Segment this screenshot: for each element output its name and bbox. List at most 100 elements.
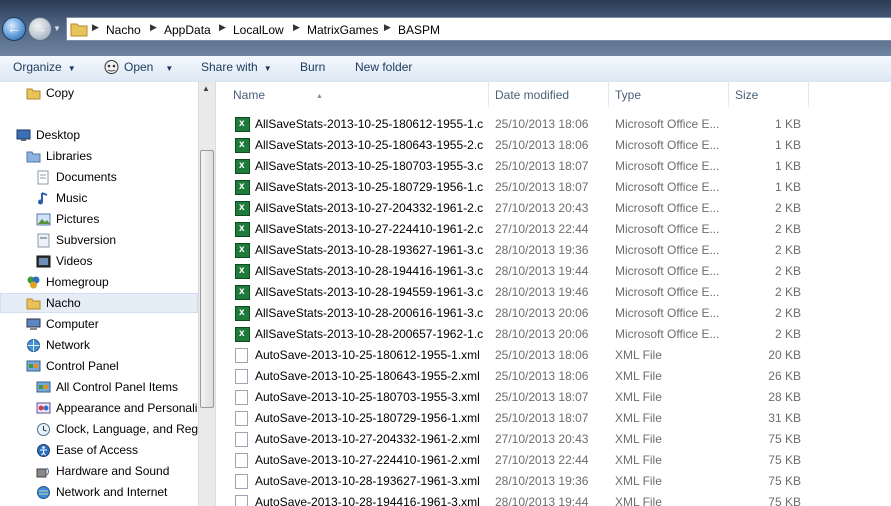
recent-pages-dropdown[interactable]: ▼ — [53, 24, 63, 36]
table-row[interactable]: AutoSave-2013-10-28-193627-1961-3.xml 28/… — [216, 471, 891, 492]
file-type: Microsoft Office E... — [615, 306, 720, 320]
forward-button[interactable]: → — [28, 17, 52, 41]
table-row[interactable]: AllSaveStats-2013-10-25-180729-1956-1.c.… — [216, 176, 891, 198]
table-row[interactable]: AllSaveStats-2013-10-28-200616-1961-3.c.… — [216, 302, 891, 324]
file-date: 27/10/2013 22:44 — [495, 453, 589, 467]
table-row[interactable]: AllSaveStats-2013-10-27-204332-1961-2.c.… — [216, 197, 891, 219]
nav-item-desktop[interactable]: Desktop — [0, 125, 198, 146]
column-header-size[interactable]: Size — [729, 82, 809, 107]
table-row[interactable]: AutoSave-2013-10-28-194416-1961-3.xml 28/… — [216, 492, 891, 506]
nav-label: Documents — [56, 170, 117, 184]
breadcrumb-item[interactable]: AppData — [164, 23, 211, 37]
file-date: 27/10/2013 22:44 — [495, 222, 589, 236]
table-row[interactable]: AutoSave-2013-10-27-204332-1961-2.xml 27/… — [216, 429, 891, 450]
nav-item-documents[interactable]: Documents — [0, 167, 198, 188]
file-type: Microsoft Office E... — [615, 243, 720, 257]
excel-csv-icon — [235, 155, 250, 176]
table-row[interactable]: AutoSave-2013-10-25-180612-1955-1.xml 25/… — [216, 345, 891, 366]
chevron-right-icon[interactable]: ▶ — [92, 22, 99, 33]
file-size: 1 KB — [774, 117, 801, 131]
nav-item-hardware-and-sound[interactable]: Hardware and Sound — [0, 461, 198, 482]
nav-item-network[interactable]: Network — [0, 335, 198, 356]
scroll-up-icon[interactable]: ▲ — [202, 84, 210, 93]
table-row[interactable]: AutoSave-2013-10-25-180643-1955-2.xml 25/… — [216, 366, 891, 387]
nav-item-copy[interactable]: Copy — [0, 83, 198, 104]
table-row[interactable]: AllSaveStats-2013-10-25-180643-1955-2.c.… — [216, 134, 891, 156]
table-row[interactable]: AllSaveStats-2013-10-27-224410-1961-2.c.… — [216, 218, 891, 240]
nav-item-homegroup[interactable]: Homegroup — [0, 272, 198, 293]
organize-button[interactable]: Organize ▼ — [13, 60, 76, 74]
nav-item-computer[interactable]: Computer — [0, 314, 198, 335]
breadcrumb[interactable]: ▶ Nacho ▶ AppData ▶ LocalLow ▶ MatrixGam… — [66, 17, 891, 41]
nav-item-libraries[interactable]: Libraries — [0, 146, 198, 167]
file-size: 2 KB — [774, 243, 801, 257]
user-folder-icon — [26, 298, 41, 310]
nav-item-videos[interactable]: Videos — [0, 251, 198, 272]
nav-item-network-and-internet[interactable]: Network and Internet — [0, 482, 198, 503]
table-row[interactable]: AllSaveStats-2013-10-28-194416-1961-3.c.… — [216, 260, 891, 282]
nav-item-clock-language-region[interactable]: Clock, Language, and Regi — [0, 419, 198, 440]
file-type: Microsoft Office E... — [615, 117, 720, 131]
file-name: AutoSave-2013-10-25-180612-1955-1.xml — [255, 348, 480, 362]
table-row[interactable]: AllSaveStats-2013-10-28-194559-1961-3.c.… — [216, 281, 891, 303]
table-row[interactable]: AllSaveStats-2013-10-28-193627-1961-3.c.… — [216, 239, 891, 261]
nav-item-music[interactable]: Music — [0, 188, 198, 209]
nav-item-pictures[interactable]: Pictures — [0, 209, 198, 230]
table-row[interactable]: AutoSave-2013-10-27-224410-1961-2.xml 27/… — [216, 450, 891, 471]
chevron-right-icon[interactable]: ▶ — [150, 22, 157, 33]
table-row[interactable]: AutoSave-2013-10-25-180729-1956-1.xml 25/… — [216, 408, 891, 429]
file-type: XML File — [615, 348, 662, 362]
file-name: AutoSave-2013-10-27-204332-1961-2.xml — [255, 432, 480, 446]
homegroup-icon — [27, 276, 40, 289]
nav-item-all-control-panel-items[interactable]: All Control Panel Items — [0, 377, 198, 398]
file-name: AllSaveStats-2013-10-28-200657-1962-1.c.… — [255, 327, 483, 341]
file-name: AllSaveStats-2013-10-28-193627-1961-3.c.… — [255, 243, 483, 257]
table-row[interactable]: AllSaveStats-2013-10-28-200657-1962-1.c.… — [216, 323, 891, 345]
nav-item-ease-of-access[interactable]: Ease of Access — [0, 440, 198, 461]
excel-csv-icon — [235, 239, 250, 260]
column-header-name[interactable]: Name ▲ — [216, 82, 489, 107]
burn-button[interactable]: Burn — [300, 60, 325, 74]
file-date: 25/10/2013 18:06 — [495, 117, 589, 131]
chevron-right-icon[interactable]: ▶ — [293, 22, 300, 33]
breadcrumb-item[interactable]: MatrixGames — [307, 23, 378, 37]
table-row[interactable]: AllSaveStats-2013-10-25-180612-1955-1.c.… — [216, 113, 891, 135]
file-name: AllSaveStats-2013-10-25-180612-1955-1.c.… — [255, 117, 483, 131]
open-label: Open — [124, 60, 154, 74]
column-label: Size — [735, 88, 759, 102]
nav-item-control-panel[interactable]: Control Panel — [0, 356, 198, 377]
nav-scrollbar[interactable]: ▲ — [198, 82, 215, 506]
column-label: Name — [233, 88, 266, 102]
file-list: Name ▲ Date modified Type Size AllSaveSt… — [216, 82, 891, 506]
table-row[interactable]: AutoSave-2013-10-25-180703-1955-3.xml 25/… — [216, 387, 891, 408]
share-with-button[interactable]: Share with ▼ — [201, 60, 272, 74]
file-type: XML File — [615, 453, 662, 467]
column-header-date[interactable]: Date modified — [489, 82, 609, 107]
nav-item-nacho[interactable]: Nacho — [0, 293, 198, 314]
breadcrumb-item[interactable]: LocalLow — [233, 23, 284, 37]
nav-item-subversion[interactable]: Subversion — [0, 230, 198, 251]
file-date: 27/10/2013 20:43 — [495, 201, 589, 215]
xml-file-icon — [235, 453, 248, 468]
back-button[interactable]: ← — [2, 17, 26, 41]
nav-label: Control Panel — [46, 359, 119, 373]
file-size: 75 KB — [768, 453, 801, 467]
column-label: Type — [615, 88, 642, 102]
chevron-right-icon[interactable]: ▶ — [219, 22, 226, 33]
file-size: 2 KB — [774, 264, 801, 278]
breadcrumb-item[interactable]: BASPM — [398, 23, 440, 37]
column-header-type[interactable]: Type — [609, 82, 729, 107]
scrollbar-thumb[interactable] — [200, 150, 214, 408]
table-row[interactable]: AllSaveStats-2013-10-25-180703-1955-3.c.… — [216, 155, 891, 177]
new-folder-button[interactable]: New folder — [355, 60, 412, 74]
chevron-right-icon[interactable]: ▶ — [384, 22, 391, 33]
breadcrumb-item[interactable]: Nacho — [106, 23, 141, 37]
file-size: 75 KB — [768, 432, 801, 446]
open-button[interactable]: Open ▼ — [103, 60, 173, 74]
nav-label: Music — [56, 191, 88, 205]
nav-item-appearance[interactable]: Appearance and Personaliz — [0, 398, 198, 419]
organize-label: Organize — [13, 60, 62, 74]
file-name: AllSaveStats-2013-10-27-204332-1961-2.c.… — [255, 201, 483, 215]
command-bar: Organize ▼ Open ▼ Share with ▼ Burn New fol… — [0, 56, 891, 83]
chevron-down-icon: ▼ — [165, 64, 174, 73]
